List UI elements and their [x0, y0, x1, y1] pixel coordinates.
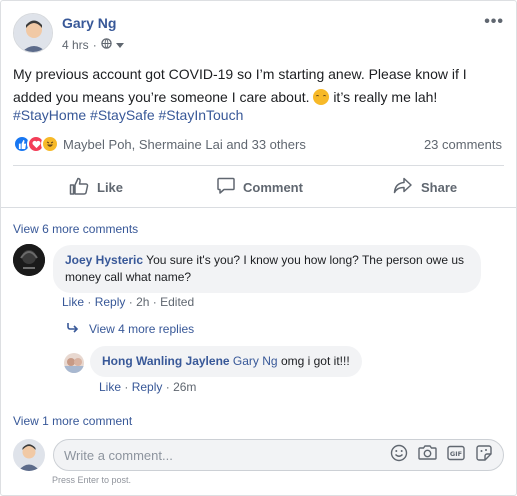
comment-input-placeholder[interactable]: Write a comment... [64, 448, 390, 463]
comment-like-link[interactable]: Like [62, 295, 84, 309]
reply-reply-link[interactable]: Reply [132, 380, 163, 394]
haha-reaction-icon [41, 135, 59, 153]
comment-edited[interactable]: Edited [160, 295, 194, 309]
comment-time[interactable]: 2h [136, 295, 149, 309]
post-meta: 4 hrs · [62, 38, 124, 52]
share-button[interactable]: Share [393, 177, 457, 197]
like-button[interactable]: Like [69, 177, 123, 197]
camera-icon[interactable] [418, 444, 437, 466]
post-hashtags[interactable]: #StayHome #StaySafe #StayInTouch [13, 107, 243, 123]
divider [1, 207, 516, 208]
my-avatar[interactable] [13, 439, 45, 471]
post-author[interactable]: Gary Ng [62, 15, 116, 31]
globe-icon[interactable] [100, 38, 112, 52]
audience-dropdown-icon[interactable] [115, 38, 124, 52]
emoji-icon[interactable] [390, 444, 408, 467]
comments-count[interactable]: 23 comments [424, 137, 502, 152]
composer-icons: GIF [390, 444, 493, 467]
poster-avatar[interactable] [13, 13, 53, 53]
post-text: My previous account got COVID-19 so I’m … [13, 63, 503, 109]
view-more-comments-link[interactable]: View 6 more comments [13, 222, 138, 236]
more-options-icon[interactable]: ••• [484, 13, 504, 31]
reply-mention[interactable]: Gary Ng [233, 354, 278, 368]
reactions-summary[interactable]: Maybel Poh, Shermaine Lai and 33 others [13, 135, 306, 153]
commenter-avatar[interactable] [13, 244, 45, 276]
post-card: Gary Ng 4 hrs · ••• My previous account … [0, 0, 517, 496]
comment-input[interactable]: Write a comment... GIF [53, 439, 504, 471]
reply-actions: Like · Reply · 26m [99, 380, 197, 394]
thumbs-up-icon [69, 177, 89, 198]
comment-reply-link[interactable]: Reply [95, 295, 126, 309]
meta-separator: · [92, 38, 97, 52]
comment-label: Comment [243, 179, 303, 195]
reply-arrow-icon [67, 322, 79, 336]
divider [13, 165, 504, 166]
sticker-icon[interactable] [475, 444, 493, 467]
reply-like-link[interactable]: Like [99, 380, 121, 394]
view-more-replies-link[interactable]: View 4 more replies [67, 322, 194, 336]
comment-author[interactable]: Joey Hysteric [65, 253, 143, 267]
reply-author-avatar[interactable] [64, 353, 84, 373]
reply-bubble: Hong Wanling Jaylene Gary Ng omg i got i… [90, 346, 362, 377]
reply-author[interactable]: Hong Wanling Jaylene [102, 354, 230, 368]
reactors-text[interactable]: Maybel Poh, Shermaine Lai and 33 others [63, 137, 306, 152]
gif-icon[interactable]: GIF [447, 445, 465, 466]
comment-actions: Like · Reply · 2h · Edited [62, 295, 195, 309]
reply-text: omg i got it!!! [280, 354, 350, 368]
reply-time[interactable]: 26m [173, 380, 196, 394]
comment-bubble: Joey Hysteric You sure it's you? I know … [53, 245, 481, 293]
like-label: Like [97, 179, 124, 195]
speech-bubble-icon [217, 177, 235, 197]
share-label: Share [421, 179, 458, 195]
view-more-comments-link[interactable]: View 1 more comment [13, 414, 132, 428]
post-text-end: it’s really me lah! [333, 89, 438, 105]
smiling-emoji-icon [313, 89, 330, 105]
share-arrow-icon [393, 177, 413, 197]
view-more-replies-label: View 4 more replies [89, 322, 195, 336]
composer-hint: Press Enter to post. [52, 475, 132, 485]
comment-button[interactable]: Comment [217, 177, 303, 197]
post-time[interactable]: 4 hrs [62, 38, 89, 52]
svg-text:GIF: GIF [450, 450, 462, 458]
